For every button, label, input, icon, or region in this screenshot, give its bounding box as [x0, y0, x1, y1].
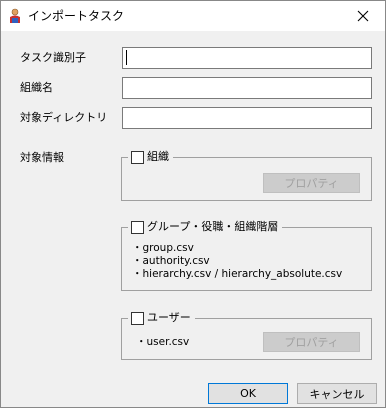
file-item-user: ・user.csv	[136, 336, 190, 348]
org-name-label: 組織名	[20, 81, 53, 94]
organization-group: 組織 プロパティ	[121, 149, 372, 201]
group-role-hierarchy-group: グループ・役職・組織階層 ・group.csv ・authority.csv ・…	[121, 219, 372, 291]
target-dir-input[interactable]	[122, 107, 372, 129]
group-role-hierarchy-label: グループ・役職・組織階層	[147, 220, 279, 233]
user-checkbox[interactable]	[131, 311, 144, 325]
task-id-label: タスク識別子	[20, 51, 86, 64]
organization-label: 組織	[147, 150, 169, 163]
organization-properties-button[interactable]: プロパティ	[263, 173, 360, 193]
target-info-label: 対象情報	[20, 151, 64, 164]
user-legend: ユーザー	[128, 310, 195, 326]
close-icon	[357, 10, 369, 22]
app-icon	[10, 8, 20, 23]
window-title: インポートタスク	[28, 9, 125, 23]
import-task-dialog: インポートタスク タスク識別子 組織名 対象ディレクトリ 対象情報 組織 プロパ…	[0, 0, 386, 408]
user-label: ユーザー	[147, 311, 191, 324]
cancel-button[interactable]: キャンセル	[297, 383, 377, 404]
organization-checkbox[interactable]	[131, 150, 144, 164]
ok-button[interactable]: OK	[208, 383, 288, 404]
file-item-hierarchy: ・hierarchy.csv / hierarchy_absolute.csv	[132, 268, 343, 280]
group-role-hierarchy-checkbox[interactable]	[131, 220, 144, 234]
text-caret	[126, 50, 127, 65]
file-item-authority: ・authority.csv	[132, 255, 210, 267]
task-id-input[interactable]	[122, 47, 372, 69]
user-properties-button[interactable]: プロパティ	[263, 332, 360, 352]
file-item-group: ・group.csv	[132, 242, 194, 254]
close-button[interactable]	[341, 1, 385, 31]
target-dir-label: 対象ディレクトリ	[20, 111, 108, 124]
org-name-input[interactable]	[122, 77, 372, 99]
group-role-hierarchy-legend: グループ・役職・組織階層	[128, 219, 283, 235]
user-group: ユーザー ・user.csv プロパティ	[121, 310, 372, 360]
organization-legend: 組織	[128, 149, 173, 165]
title-bar: インポートタスク	[1, 1, 385, 31]
